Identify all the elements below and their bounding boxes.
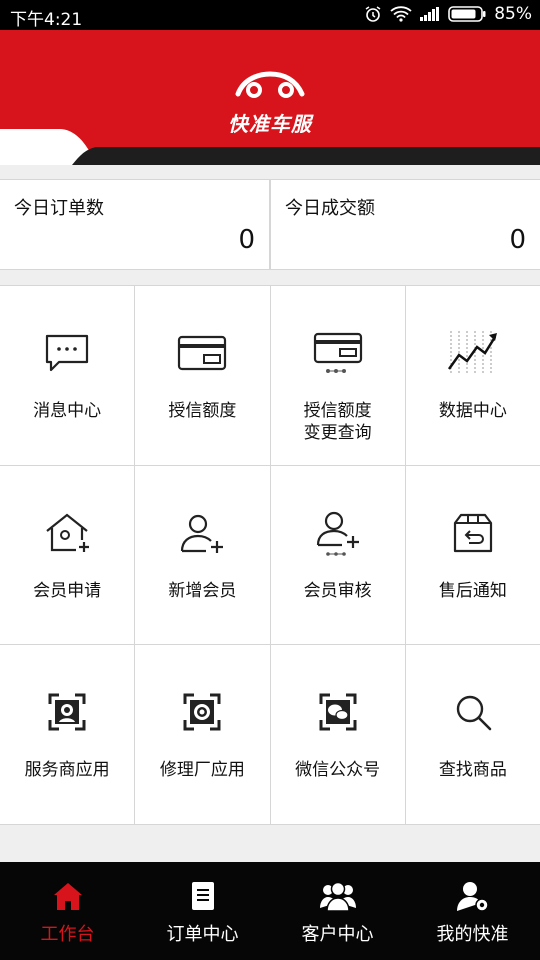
stat-revenue-value: 0: [509, 225, 526, 255]
grid-item-label: 售后通知: [438, 580, 507, 601]
grid-item-after-sales-notice[interactable]: 售后通知: [405, 465, 540, 645]
grid-item-repair-shop-app[interactable]: 修理厂应用: [135, 645, 270, 824]
grid-item-provider-app[interactable]: 服务商应用: [0, 645, 135, 824]
qr-gear-icon: [183, 693, 221, 731]
grid-item-label: 修理厂应用: [159, 760, 245, 781]
search-icon: [456, 696, 492, 731]
home-icon: [53, 883, 82, 910]
signal-icon: [420, 7, 440, 21]
message-icon: [46, 334, 89, 372]
stat-orders-value: 0: [238, 225, 255, 255]
grid-item-message-center[interactable]: 消息中心: [0, 286, 135, 465]
function-grid: 消息中心 授信额度 授信额度 变更查询 数据中心 会员申请 新增会员 会员审核 …: [0, 285, 540, 825]
tab-label: 我的快准: [436, 924, 509, 945]
grid-item-data-center[interactable]: 数据中心: [405, 286, 540, 465]
grid-item-label: 会员审核: [303, 580, 372, 601]
stat-orders-label: 今日订单数: [14, 198, 104, 219]
stat-revenue-label: 今日成交额: [285, 198, 375, 219]
header-wave-decoration: [0, 129, 540, 165]
document-icon: [191, 882, 214, 910]
user-add-icon: [181, 514, 224, 553]
qr-wechat-icon: [319, 693, 357, 731]
chart-icon: [447, 331, 497, 375]
bottom-tab-bar: 工作台 订单中心 客户中心 我的快准: [0, 862, 540, 960]
grid-item-search-products[interactable]: 查找商品: [405, 645, 540, 824]
house-add-icon: [46, 513, 90, 552]
tab-my-kuaizhun[interactable]: 我的快准: [405, 862, 540, 960]
grid-item-add-member[interactable]: 新增会员: [135, 465, 270, 645]
qr-person-icon: [48, 693, 86, 731]
car-logo-icon: [235, 71, 305, 98]
tab-order-center[interactable]: 订单中心: [135, 862, 270, 960]
grid-item-label: 会员申请: [33, 580, 102, 601]
tab-label: 工作台: [40, 924, 95, 945]
grid-item-label: 消息中心: [33, 401, 102, 421]
grid-item-member-application[interactable]: 会员申请: [0, 465, 135, 645]
stat-orders[interactable]: 今日订单数 0: [0, 180, 269, 269]
credit-card-icon: [178, 335, 227, 371]
return-box-icon: [453, 513, 492, 552]
users-icon: [319, 881, 356, 912]
status-time: 下午4:21: [10, 10, 83, 30]
grid-item-wechat-account[interactable]: 微信公众号: [270, 645, 405, 824]
grid-item-label: 数据中心: [438, 401, 507, 421]
grid-item-label: 授信额度: [168, 401, 237, 421]
grid-item-member-review[interactable]: 会员审核: [270, 465, 405, 645]
tab-workbench[interactable]: 工作台: [0, 862, 135, 960]
app-header: 快准车服: [0, 30, 540, 165]
tab-label: 客户中心: [301, 924, 374, 945]
grid-item-credit-limit[interactable]: 授信额度: [135, 286, 270, 465]
alarm-icon: [365, 6, 381, 22]
credit-change-icon: [313, 332, 362, 373]
grid-item-label: 新增会员: [168, 580, 237, 601]
user-review-icon: [316, 511, 359, 556]
battery-percent: 85%: [494, 4, 532, 24]
grid-item-label: 微信公众号: [295, 760, 381, 781]
stat-revenue[interactable]: 今日成交额 0: [271, 180, 540, 269]
grid-item-credit-change-query[interactable]: 授信额度 变更查询: [270, 286, 405, 465]
grid-item-label: 服务商应用: [24, 760, 110, 781]
status-bar: 下午4:21 85%: [0, 0, 540, 30]
tab-customer-center[interactable]: 客户中心: [270, 862, 405, 960]
grid-item-label: 查找商品: [438, 760, 507, 781]
status-icons: 85%: [364, 4, 532, 24]
daily-stats: 今日订单数 0 今日成交额 0: [0, 179, 540, 270]
battery-icon: [448, 6, 486, 22]
wifi-icon: [390, 6, 412, 22]
user-settings-icon: [456, 882, 489, 912]
grid-item-label: 授信额度 变更查询: [303, 401, 372, 443]
tab-label: 订单中心: [166, 924, 239, 945]
